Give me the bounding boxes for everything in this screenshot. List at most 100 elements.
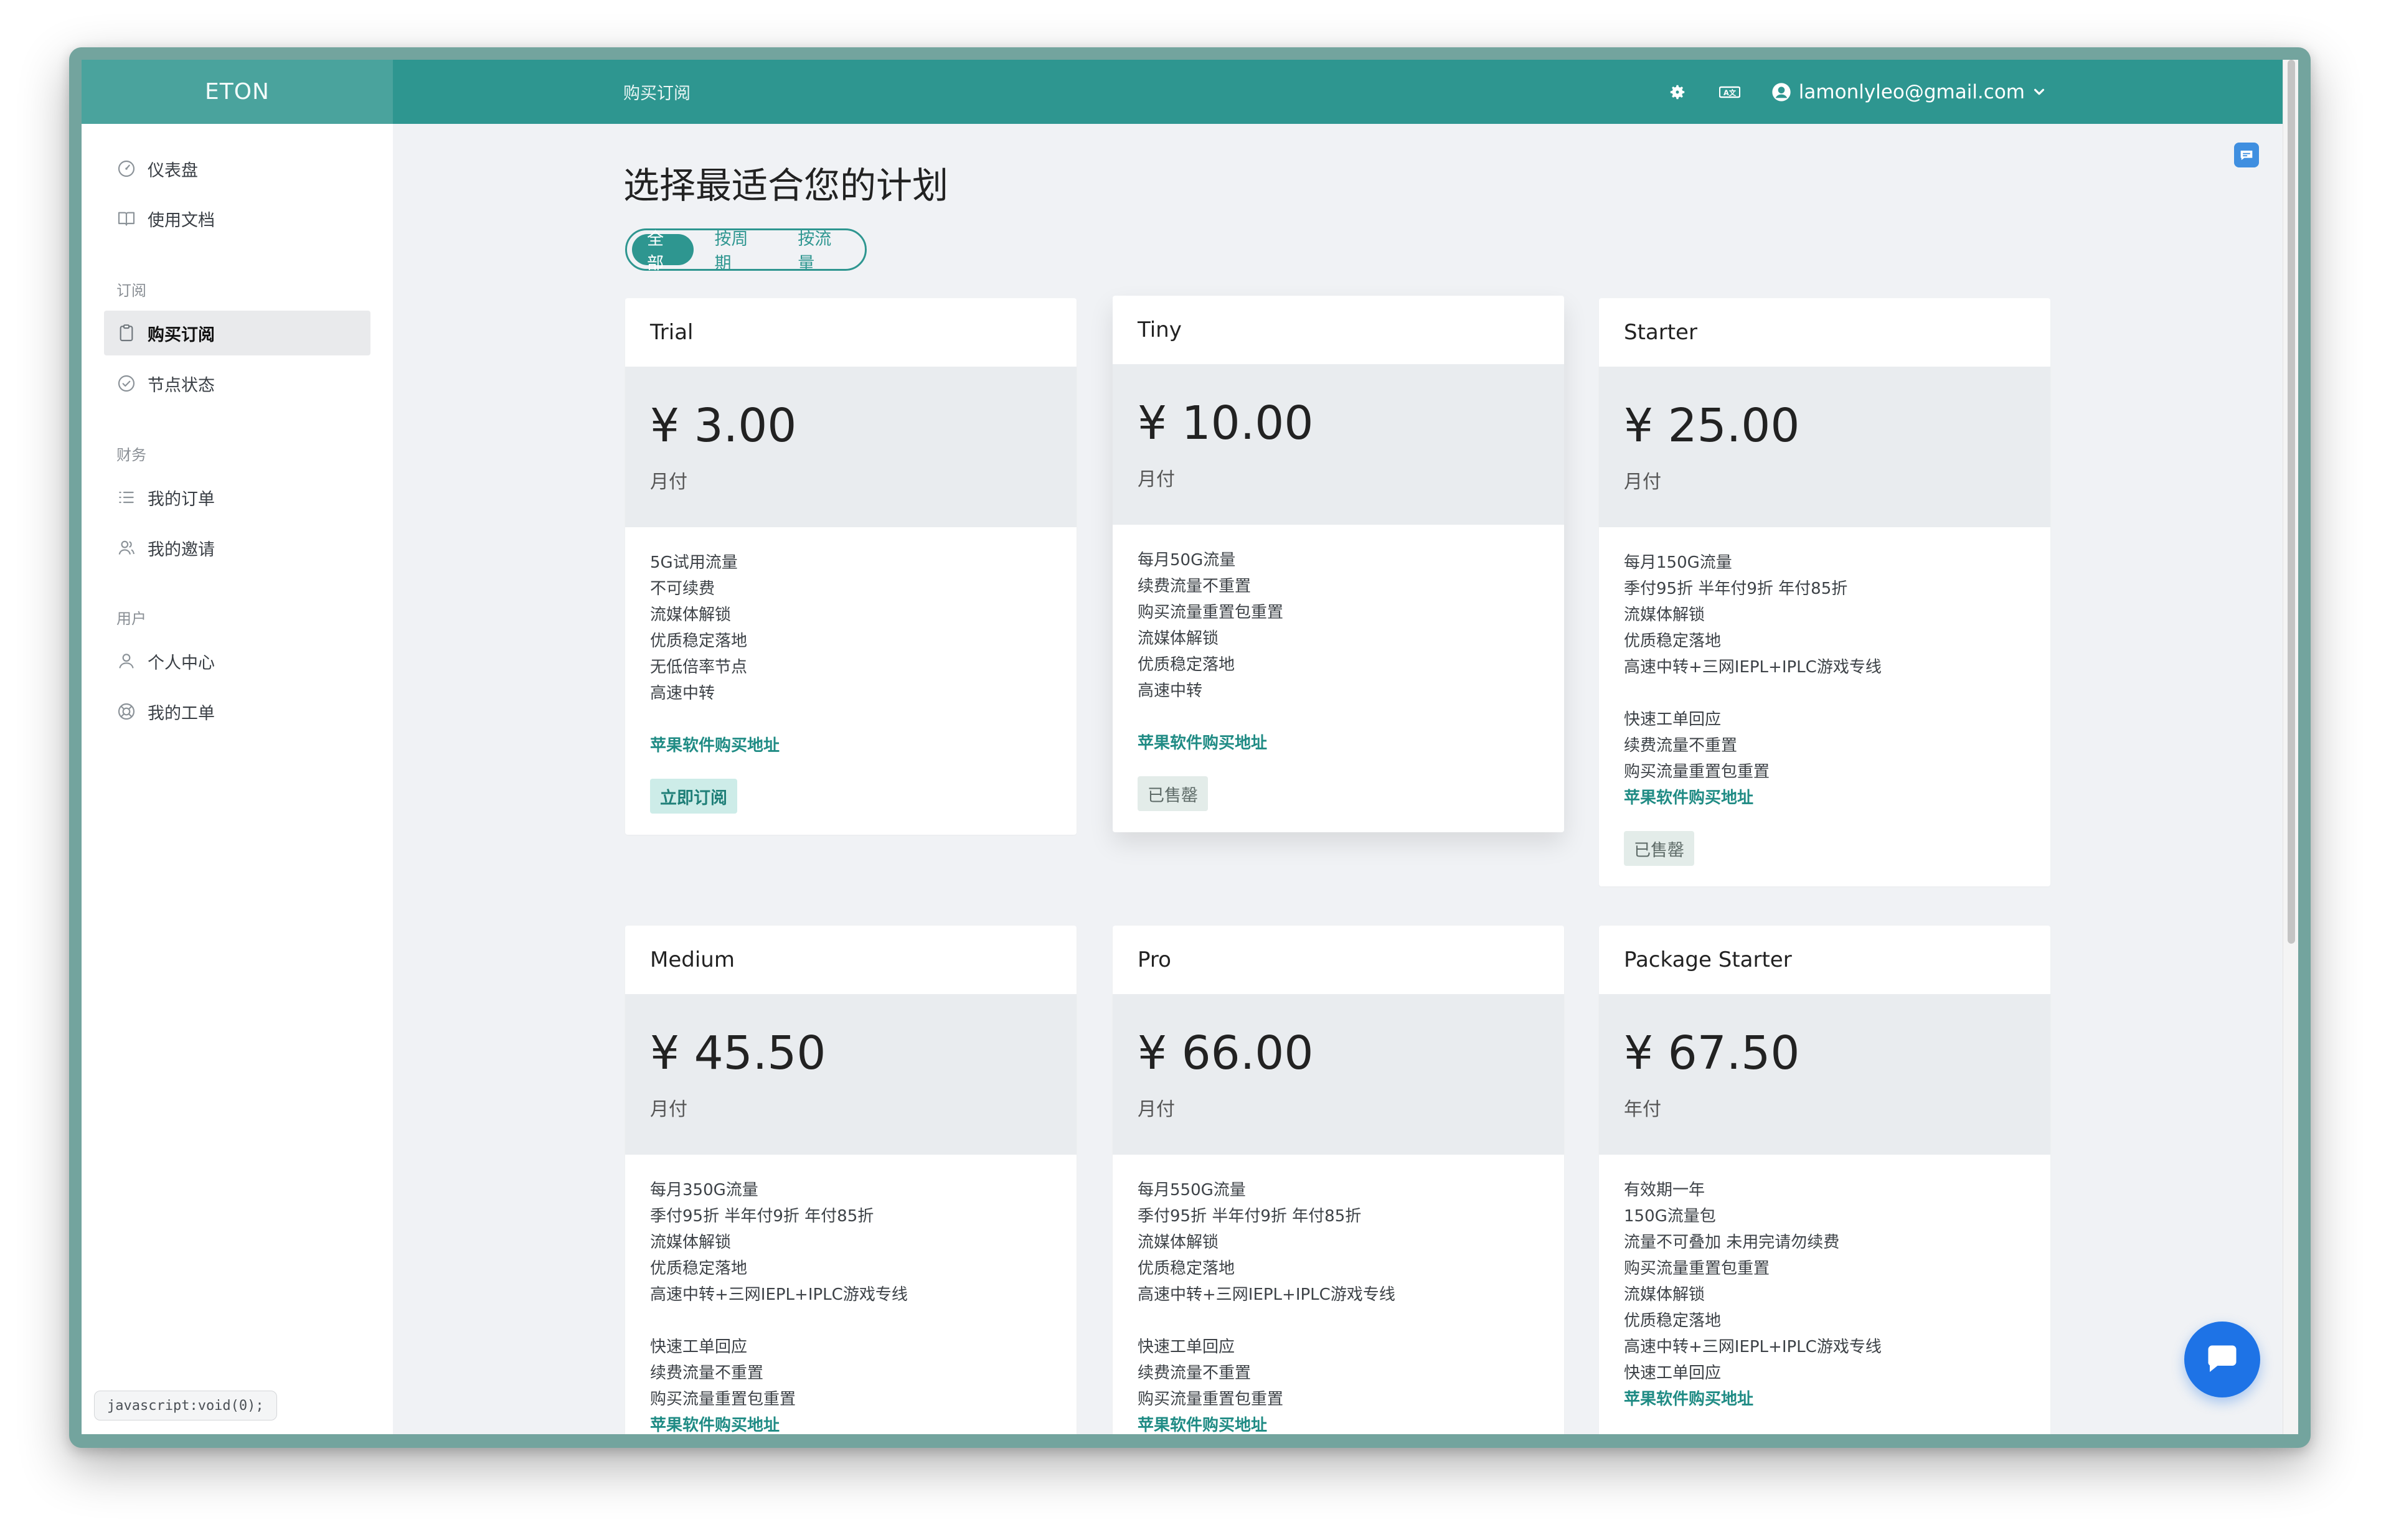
user-menu[interactable]: lamonlyleo@gmail.com (1771, 81, 2046, 103)
plan-feature: 高速中转 (1138, 682, 1203, 700)
plan-feature: 续费流量不重置 (1138, 577, 1252, 596)
tab-by-period[interactable]: 按周期 (700, 230, 777, 273)
plan-feature: 续费流量不重置 (650, 1364, 764, 1383)
plan-feature: 购买流量重置包重置 (650, 1390, 796, 1409)
plan-features: 5G试用流量 不可续费 流媒体解锁 优质稳定落地 无低倍率节点 高速中转 苹果软… (625, 527, 1077, 814)
plan-price-block: ¥ 66.00 月付 (1113, 994, 1564, 1155)
plan-feature: 每月350G流量 (650, 1181, 758, 1200)
apple-software-link[interactable]: 苹果软件购买地址 (1138, 730, 1539, 756)
sidebar-item-node-status[interactable]: 节点状态 (104, 361, 370, 406)
plan-feature: 每月550G流量 (1138, 1181, 1246, 1200)
plan-card-trial[interactable]: Trial ¥ 3.00 月付 5G试用流量 不可续费 流媒体解锁 优质稳定落地… (625, 298, 1077, 835)
tab-by-traffic[interactable]: 按流量 (783, 230, 860, 273)
book-icon (118, 212, 135, 226)
plan-price-block: ¥ 45.50 月付 (625, 994, 1077, 1155)
sidebar-item-tickets[interactable]: 我的工单 (104, 689, 370, 734)
apple-software-link[interactable]: 苹果软件购买地址 (1624, 1386, 2025, 1412)
plan-feature: 购买流量重置包重置 (1624, 1259, 1770, 1278)
translate-icon[interactable]: A文 (1719, 82, 1740, 103)
plan-name: Package Starter (1624, 947, 1792, 972)
sold-out-button[interactable]: 已售罄 (1138, 776, 1208, 811)
sidebar-group-title: 订阅 (116, 282, 146, 299)
plan-card-medium[interactable]: Medium ¥ 45.50 月付 每月350G流量 季付95折 半年付9折 年… (625, 926, 1077, 1434)
tab-all[interactable]: 全部 (632, 230, 694, 273)
plan-card-tiny[interactable]: Tiny ¥ 10.00 月付 每月50G流量 续费流量不重置 购买流量重置包重… (1113, 296, 1564, 832)
main-content: 选择最适合您的计划 全部 按周期 按流量 Trial ¥ 3.00 月付 5G试… (393, 124, 2283, 1434)
chevron-down-icon (2034, 88, 2045, 95)
plan-feature-spacer (650, 707, 1052, 733)
plan-feature: 优质稳定落地 (650, 1259, 748, 1278)
plan-feature: 流媒体解锁 (1624, 1285, 1705, 1304)
dashboard-gauge-icon (118, 160, 135, 177)
brand-logo[interactable]: ETON (82, 60, 393, 124)
plan-feature: 高速中转+三网IEPL+IPLC游戏专线 (1624, 658, 1882, 677)
plan-name: Starter (1624, 320, 1697, 345)
plan-card-starter[interactable]: Starter ¥ 25.00 月付 每月150G流量 季付95折 半年付9折 … (1599, 298, 2050, 886)
extension-chat-icon[interactable] (2234, 143, 2259, 167)
plan-card-package-starter[interactable]: Package Starter ¥ 67.50 年付 有效期一年 150G流量包… (1599, 926, 2050, 1434)
plan-card-pro[interactable]: Pro ¥ 66.00 月付 每月550G流量 季付95折 半年付9折 年付85… (1113, 926, 1564, 1434)
sidebar-item-buy-subscription[interactable]: 购买订阅 (104, 311, 370, 355)
svg-text:A文: A文 (1723, 88, 1737, 96)
plan-period: 月付 (1138, 1099, 1175, 1120)
plan-features: 每月150G流量 季付95折 半年付9折 年付85折 流媒体解锁 优质稳定落地 … (1599, 527, 2050, 866)
plan-feature: 高速中转 (650, 684, 715, 703)
sidebar-item-label: 个人中心 (148, 653, 215, 673)
plan-feature: 季付95折 半年付9折 年付85折 (1138, 1207, 1362, 1226)
app-window: ETON 购买订阅 A文 lamonlyleo@gmail.com 仪表盘 使用… (82, 60, 2298, 1434)
page-heading: 选择最适合您的计划 (623, 164, 949, 207)
plan-price: ¥ 25.00 (1624, 399, 1800, 453)
browser-window-frame: ETON 购买订阅 A文 lamonlyleo@gmail.com 仪表盘 使用… (69, 47, 2311, 1448)
plan-feature-spacer (1624, 680, 2025, 707)
apple-software-link[interactable]: 苹果软件购买地址 (1138, 1412, 1539, 1434)
plan-feature: 每月50G流量 (1138, 551, 1236, 570)
users-icon (118, 540, 135, 555)
plan-features: 每月550G流量 季付95折 半年付9折 年付85折 流媒体解锁 优质稳定落地 … (1113, 1155, 1564, 1434)
sidebar-item-label: 我的订单 (148, 489, 215, 509)
gear-icon[interactable] (1667, 82, 1688, 103)
chat-icon (2208, 1345, 2237, 1372)
plan-feature: 季付95折 半年付9折 年付85折 (650, 1207, 874, 1226)
plan-feature: 快速工单回应 (650, 1338, 748, 1356)
sidebar-item-my-orders[interactable]: 我的订单 (104, 475, 370, 520)
plan-feature: 优质稳定落地 (650, 632, 748, 650)
plan-price-block: ¥ 25.00 月付 (1599, 367, 2050, 527)
vertical-scrollbar[interactable] (2283, 60, 2298, 1434)
chat-widget-button[interactable] (2184, 1322, 2260, 1397)
sidebar-group-title: 财务 (116, 446, 146, 464)
user-icon (119, 654, 134, 669)
plan-feature: 流媒体解锁 (650, 606, 732, 624)
plan-feature-spacer (650, 1308, 1052, 1334)
apple-software-link[interactable]: 苹果软件购买地址 (650, 1412, 1052, 1434)
sold-out-button[interactable]: 已售罄 (1624, 831, 1694, 866)
user-email: lamonlyleo@gmail.com (1798, 80, 2025, 103)
plan-name: Trial (650, 320, 694, 345)
plan-features: 每月350G流量 季付95折 半年付9折 年付85折 流媒体解锁 优质稳定落地 … (625, 1155, 1077, 1434)
plan-name: Pro (1138, 947, 1171, 972)
plan-feature: 每月150G流量 (1624, 553, 1732, 572)
sidebar-item-label: 使用文档 (148, 210, 215, 230)
sidebar-item-label: 节点状态 (148, 375, 215, 395)
sidebar-item-my-invites[interactable]: 我的邀请 (104, 525, 370, 570)
apple-software-link[interactable]: 苹果软件购买地址 (650, 733, 1052, 759)
sidebar-item-dashboard[interactable]: 仪表盘 (104, 146, 370, 191)
plan-features: 有效期一年 150G流量包 流量不可叠加 未用完请勿续费 购买流量重置包重置 流… (1599, 1155, 2050, 1412)
plan-feature: 优质稳定落地 (1624, 632, 1722, 650)
plan-price-block: ¥ 3.00 月付 (625, 367, 1077, 527)
plan-period: 月付 (1624, 471, 1661, 493)
plan-feature: 优质稳定落地 (1138, 1259, 1235, 1278)
subscribe-button[interactable]: 立即订阅 (650, 779, 737, 814)
plan-feature: 续费流量不重置 (1624, 736, 1738, 755)
sidebar-item-profile[interactable]: 个人中心 (104, 639, 370, 683)
page-title: 购买订阅 (623, 84, 691, 103)
sidebar-item-label: 仪表盘 (148, 161, 198, 181)
sidebar-item-docs[interactable]: 使用文档 (104, 196, 370, 241)
sidebar-item-label: 我的工单 (148, 703, 215, 723)
scrollbar-thumb[interactable] (2288, 60, 2295, 944)
header-tools: A文 lamonlyleo@gmail.com (1667, 60, 2046, 124)
top-header: ETON 购买订阅 A文 lamonlyleo@gmail.com (82, 60, 2283, 124)
check-circle-icon (118, 375, 135, 392)
plan-period: 年付 (1624, 1099, 1661, 1120)
apple-software-link[interactable]: 苹果软件购买地址 (1624, 785, 2025, 811)
plan-feature: 高速中转+三网IEPL+IPLC游戏专线 (1138, 1285, 1395, 1304)
